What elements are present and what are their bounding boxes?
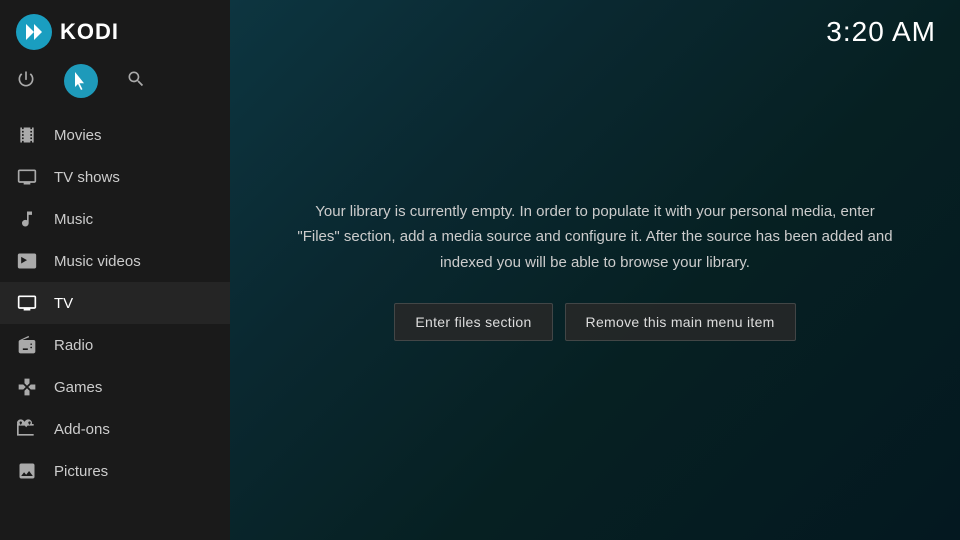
pictures-icon [16, 460, 38, 482]
sidebar-item-music[interactable]: Music [0, 198, 230, 240]
power-button[interactable] [16, 69, 36, 94]
cursor-button[interactable] [64, 64, 98, 98]
remove-menu-item-button[interactable]: Remove this main menu item [565, 303, 796, 341]
top-icon-bar [0, 60, 230, 110]
sidebar-item-tv-shows[interactable]: TV shows [0, 156, 230, 198]
sidebar-item-games-label: Games [54, 379, 102, 396]
music-videos-icon [16, 250, 38, 272]
content-area: Your library is currently empty. In orde… [255, 159, 935, 382]
sidebar-item-pictures[interactable]: Pictures [0, 450, 230, 492]
sidebar-item-tv[interactable]: TV [0, 282, 230, 324]
sidebar-item-games[interactable]: Games [0, 366, 230, 408]
action-buttons: Enter files section Remove this main men… [394, 303, 795, 341]
games-icon [16, 376, 38, 398]
kodi-logo-icon [16, 14, 52, 50]
app-title: KODI [60, 19, 119, 45]
addons-icon [16, 418, 38, 440]
sidebar-item-movies[interactable]: Movies [0, 114, 230, 156]
radio-icon [16, 334, 38, 356]
sidebar-item-pictures-label: Pictures [54, 463, 108, 480]
sidebar-item-tv-label: TV [54, 295, 73, 312]
sidebar-item-musicvideos-label: Music videos [54, 253, 141, 270]
sidebar-item-addons[interactable]: Add-ons [0, 408, 230, 450]
enter-files-button[interactable]: Enter files section [394, 303, 552, 341]
sidebar: KODI Movies [0, 0, 230, 540]
sidebar-item-radio[interactable]: Radio [0, 324, 230, 366]
sidebar-item-music-label: Music [54, 211, 93, 228]
main-content: 3:20 AM Your library is currently empty.… [230, 0, 960, 540]
sidebar-item-music-videos[interactable]: Music videos [0, 240, 230, 282]
navigation-menu: Movies TV shows Music Music videos [0, 110, 230, 540]
sidebar-item-movies-label: Movies [54, 127, 102, 144]
clock-display: 3:20 AM [826, 16, 936, 48]
library-empty-message: Your library is currently empty. In orde… [295, 199, 895, 276]
sidebar-item-tvshows-label: TV shows [54, 169, 120, 186]
music-icon [16, 208, 38, 230]
sidebar-item-addons-label: Add-ons [54, 421, 110, 438]
sidebar-header: KODI [0, 0, 230, 60]
movies-icon [16, 124, 38, 146]
tv-shows-icon [16, 166, 38, 188]
search-button[interactable] [126, 69, 146, 94]
tv-icon [16, 292, 38, 314]
sidebar-item-radio-label: Radio [54, 337, 93, 354]
